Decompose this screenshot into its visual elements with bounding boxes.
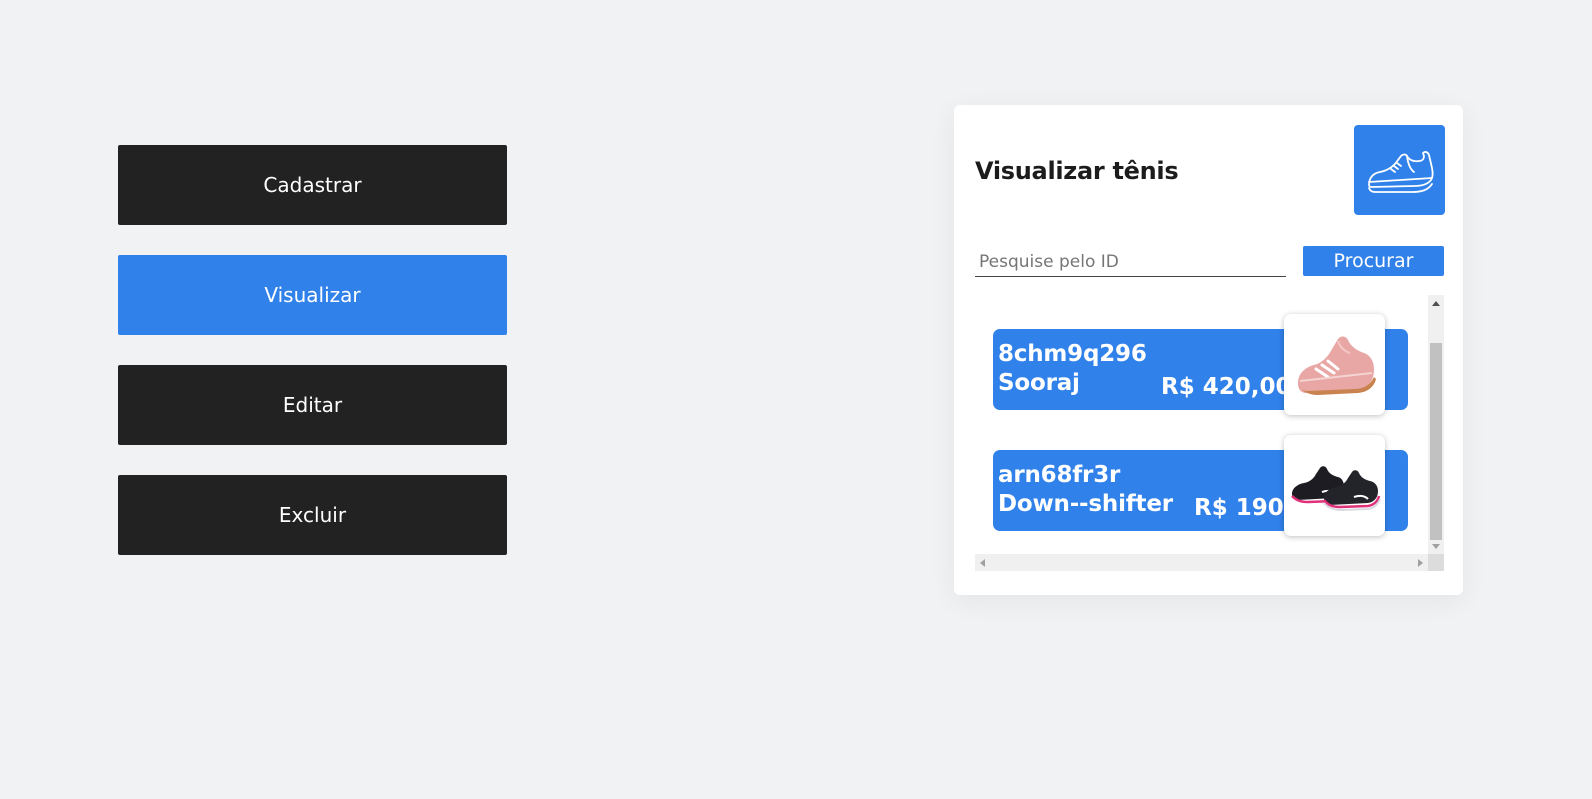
page: Cadastrar Visualizar Editar Excluir Visu… xyxy=(0,0,1592,799)
sneaker-id: arn68fr3r xyxy=(998,462,1121,488)
sneaker-name: Down--shifter xyxy=(998,491,1173,517)
scroll-down-arrow-icon[interactable] xyxy=(1432,544,1440,549)
sneaker-list[interactable]: 8chm9q296 Sooraj R$ 420,00 arn68fr3r Dow… xyxy=(975,295,1444,571)
search-button[interactable]: Procurar xyxy=(1303,246,1444,276)
search-id-input[interactable] xyxy=(975,247,1286,277)
menu-button-excluir[interactable]: Excluir xyxy=(118,475,507,555)
panel-title: Visualizar tênis xyxy=(975,157,1179,185)
sneaker-id: 8chm9q296 xyxy=(998,341,1147,367)
sneaker-icon xyxy=(1354,125,1445,215)
pink-sneaker-image xyxy=(1284,314,1385,415)
vertical-scrollbar[interactable] xyxy=(1428,295,1444,554)
vertical-scroll-thumb[interactable] xyxy=(1430,343,1442,540)
sneaker-price: R$ 420,00 xyxy=(1161,374,1292,400)
menu-button-visualizar[interactable]: Visualizar xyxy=(118,255,507,335)
menu-button-cadastrar[interactable]: Cadastrar xyxy=(118,145,507,225)
sneaker-name: Sooraj xyxy=(998,370,1080,396)
scroll-left-arrow-icon[interactable] xyxy=(980,559,985,567)
view-sneakers-panel: Visualizar tênis Procurar 8chm9q296 Soor… xyxy=(954,105,1463,595)
menu-button-editar[interactable]: Editar xyxy=(118,365,507,445)
black-sneaker-pair-image xyxy=(1284,435,1385,536)
scroll-up-arrow-icon[interactable] xyxy=(1432,301,1440,306)
sneaker-price: R$ 190 xyxy=(1194,495,1284,521)
horizontal-scrollbar[interactable] xyxy=(975,554,1428,571)
scrollbar-corner xyxy=(1428,554,1444,571)
scroll-right-arrow-icon[interactable] xyxy=(1418,559,1423,567)
